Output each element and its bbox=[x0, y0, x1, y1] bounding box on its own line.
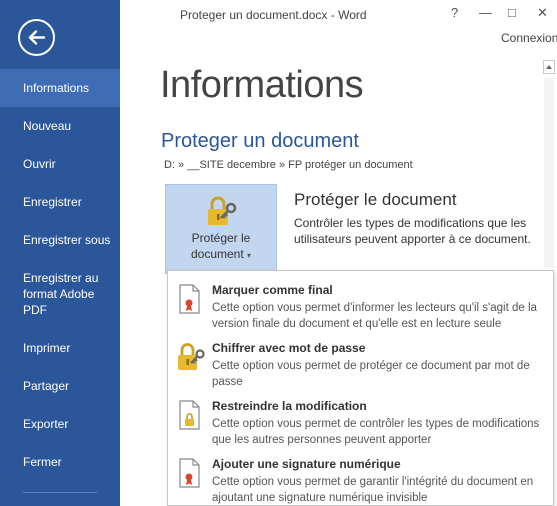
restore-button[interactable]: □ bbox=[508, 5, 516, 20]
document-title: Proteger un document bbox=[161, 130, 359, 152]
document-signature-icon bbox=[179, 458, 200, 488]
menu-item-label: Marquer comme final bbox=[212, 283, 333, 297]
menu-item-description: Cette option vous permet de garantir l'i… bbox=[212, 476, 534, 504]
connexion-link[interactable]: Connexion bbox=[501, 31, 557, 45]
chevron-up-icon bbox=[543, 60, 555, 74]
document-final-icon bbox=[179, 284, 200, 314]
lock-key-icon bbox=[178, 343, 205, 370]
menu-item-mark-final[interactable]: Marquer comme final Cette option vous pe… bbox=[168, 275, 553, 333]
menu-item-digital-signature[interactable]: Ajouter une signature numérique Cette op… bbox=[168, 449, 553, 506]
protect-button-label-1: Protéger le bbox=[191, 231, 251, 245]
sidebar-item-enregistrer-pdf[interactable]: Enregistrer au format Adobe PDF bbox=[0, 270, 110, 318]
sidebar-item-exporter[interactable]: Exporter bbox=[0, 416, 120, 432]
page-title: Informations bbox=[160, 64, 364, 106]
backstage-sidebar: Informations Nouveau Ouvrir Enregistrer … bbox=[0, 0, 120, 506]
back-button[interactable] bbox=[18, 19, 55, 56]
document-path[interactable]: D: » __SITE decembre » FP protéger un do… bbox=[164, 159, 413, 171]
menu-item-restrict-editing[interactable]: Restreindre la modification Cette option… bbox=[168, 391, 553, 449]
close-button[interactable]: ✕ bbox=[537, 5, 548, 21]
sidebar-item-enregistrer-sous[interactable]: Enregistrer sous bbox=[0, 232, 120, 248]
menu-item-description: Cette option vous permet de contrôler le… bbox=[212, 418, 540, 446]
minimize-button[interactable]: — bbox=[479, 5, 492, 20]
protect-button-label-2: document ▾ bbox=[166, 247, 276, 261]
scrollbar-track[interactable] bbox=[544, 78, 554, 268]
sidebar-item-informations[interactable]: Informations bbox=[0, 69, 120, 107]
sidebar-item-nouveau[interactable]: Nouveau bbox=[0, 118, 120, 134]
document-lock-icon bbox=[179, 400, 200, 430]
sidebar-item-imprimer[interactable]: Imprimer bbox=[0, 340, 120, 356]
protect-dropdown-menu: Marquer comme final Cette option vous pe… bbox=[167, 270, 554, 506]
back-arrow-icon bbox=[28, 30, 46, 45]
menu-item-label: Chiffrer avec mot de passe bbox=[212, 341, 366, 355]
sidebar-divider bbox=[23, 492, 97, 493]
protect-description: Contrôler les types de modifications que… bbox=[294, 216, 531, 246]
chevron-down-icon: ▾ bbox=[247, 251, 252, 260]
protect-document-button[interactable]: Protéger le document ▾ bbox=[165, 184, 277, 274]
menu-item-label: Restreindre la modification bbox=[212, 399, 367, 413]
sidebar-item-ouvrir[interactable]: Ouvrir bbox=[0, 156, 120, 172]
menu-item-encrypt-password[interactable]: Chiffrer avec mot de passe Cette option … bbox=[168, 333, 553, 391]
sidebar-item-partager[interactable]: Partager bbox=[0, 378, 120, 394]
scroll-up-button[interactable] bbox=[543, 60, 555, 74]
lock-key-icon bbox=[208, 196, 237, 225]
help-button[interactable]: ? bbox=[451, 5, 458, 20]
protect-button-label-2-text: document bbox=[190, 247, 244, 261]
menu-item-label: Ajouter une signature numérique bbox=[212, 457, 401, 471]
sidebar-item-enregistrer[interactable]: Enregistrer bbox=[0, 194, 120, 210]
protect-title: Protéger le document bbox=[294, 190, 457, 209]
sidebar-item-fermer[interactable]: Fermer bbox=[0, 454, 120, 470]
window-title: Proteger un document.docx - Word bbox=[180, 8, 367, 22]
menu-item-description: Cette option vous permet de protéger ce … bbox=[212, 360, 530, 388]
menu-item-description: Cette option vous permet d'informer les … bbox=[212, 302, 537, 330]
